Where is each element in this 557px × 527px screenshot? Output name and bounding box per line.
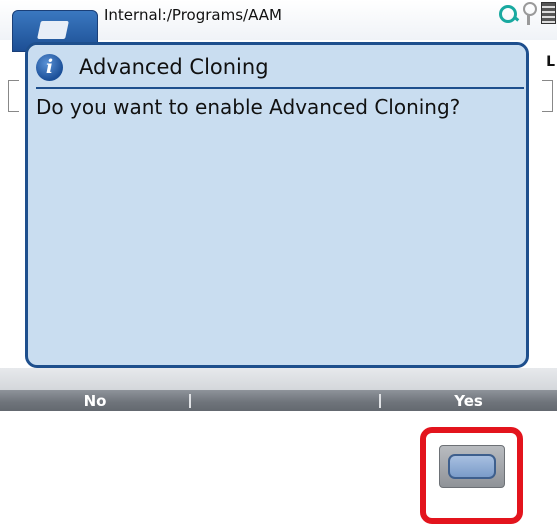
info-icon: i — [36, 54, 63, 81]
hardware-key-highlight — [420, 427, 523, 524]
folder-shape — [37, 21, 69, 39]
key-icon — [523, 2, 537, 16]
device-screen: Internal:/Programs/AAM L i Advanced Clon… — [0, 0, 557, 411]
middle-softkey[interactable] — [190, 390, 380, 411]
background-field-right-edge — [542, 80, 553, 112]
softkey-bar: No Yes — [0, 390, 557, 411]
key-icon-shaft — [527, 15, 530, 25]
dialog-title: Advanced Cloning — [79, 55, 269, 79]
battery-icon — [541, 2, 556, 24]
dialog-header: i Advanced Cloning — [28, 45, 526, 89]
status-icons — [497, 0, 557, 26]
yes-softkey[interactable]: Yes — [380, 390, 557, 411]
background-field-left-edge — [8, 80, 19, 112]
title-bar: Internal:/Programs/AAM — [0, 0, 557, 52]
softkey-right-button[interactable] — [439, 445, 505, 488]
current-path: Internal:/Programs/AAM — [104, 6, 282, 24]
advanced-cloning-dialog: i Advanced Cloning Do you want to enable… — [25, 42, 529, 368]
background-strip — [0, 368, 557, 390]
background-label-fragment: L — [546, 54, 555, 70]
softkey-right-button-face — [448, 454, 496, 479]
dialog-message: Do you want to enable Advanced Cloning? — [36, 95, 461, 119]
dialog-divider — [36, 87, 524, 89]
no-softkey[interactable]: No — [0, 390, 190, 411]
search-icon — [499, 5, 517, 23]
